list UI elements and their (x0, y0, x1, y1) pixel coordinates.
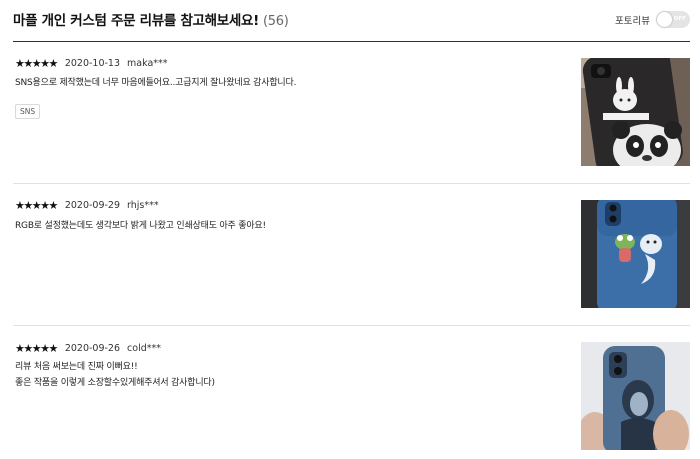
star-rating: ★★★★★ (15, 57, 58, 70)
phone-case-blue-characters-photo (581, 200, 690, 308)
star-rating: ★★★★★ (15, 342, 58, 355)
review-text-line-2: 좋은 작품을 이렇게 소장할수있게해주셔서 감사합니다) (15, 378, 215, 388)
review-username: rhjs*** (127, 200, 159, 211)
toggle-knob (657, 12, 672, 27)
review-item: ★★★★★ 2020-09-29 rhjs*** RGB로 설정했는데도 생각보… (13, 184, 690, 326)
review-date: 2020-10-13 (64, 58, 121, 69)
phone-case-panda-rabbit-photo (581, 58, 690, 166)
review-item: ★★★★★ 2020-10-13 maka*** SNS용으로 제작했는데 너무… (13, 42, 690, 184)
photo-review-label: 포토리뷰 (615, 15, 650, 27)
review-photo[interactable] (581, 200, 690, 308)
photo-review-toggle[interactable]: OFF (656, 11, 690, 28)
review-meta: ★★★★★ 2020-09-26 cold*** (15, 342, 161, 355)
toggle-state-text: OFF (673, 16, 686, 22)
review-text-line-1: 리뷰 처음 써보는데 진짜 이뻐요!! (15, 362, 138, 372)
phone-case-portrait-photo (581, 342, 690, 450)
review-username: maka*** (127, 58, 168, 69)
review-meta: ★★★★★ 2020-10-13 maka*** (15, 57, 168, 70)
review-item: ★★★★★ 2020-09-26 cold*** 리뷰 처음 써보는데 진짜 이… (13, 326, 690, 459)
review-header: 마플 개인 커스텀 주문 리뷰를 참고해보세요! (56) 포토리뷰 OFF (13, 0, 690, 42)
review-photo[interactable] (581, 58, 690, 166)
review-date: 2020-09-29 (64, 200, 121, 211)
review-date: 2020-09-26 (64, 343, 121, 354)
page-title: 마플 개인 커스텀 주문 리뷰를 참고해보세요! (56) (13, 9, 289, 29)
review-tag[interactable]: SNS (15, 104, 41, 119)
star-rating: ★★★★★ (15, 199, 58, 212)
review-title-text: 마플 개인 커스텀 주문 리뷰를 참고해보세요! (13, 13, 260, 29)
review-text: RGB로 설정했는데도 생각보다 밝게 나왔고 인쇄상태도 아주 좋아요! (15, 221, 266, 231)
review-meta: ★★★★★ 2020-09-29 rhjs*** (15, 199, 159, 212)
photo-review-filter[interactable]: 포토리뷰 OFF (615, 11, 690, 28)
review-text: SNS용으로 제작했는데 너무 마음에들어요..고급지게 잘나왔네요 감사합니다… (15, 78, 297, 88)
review-photo[interactable] (581, 342, 690, 450)
review-count: (56) (263, 14, 289, 29)
review-username: cold*** (127, 343, 161, 354)
